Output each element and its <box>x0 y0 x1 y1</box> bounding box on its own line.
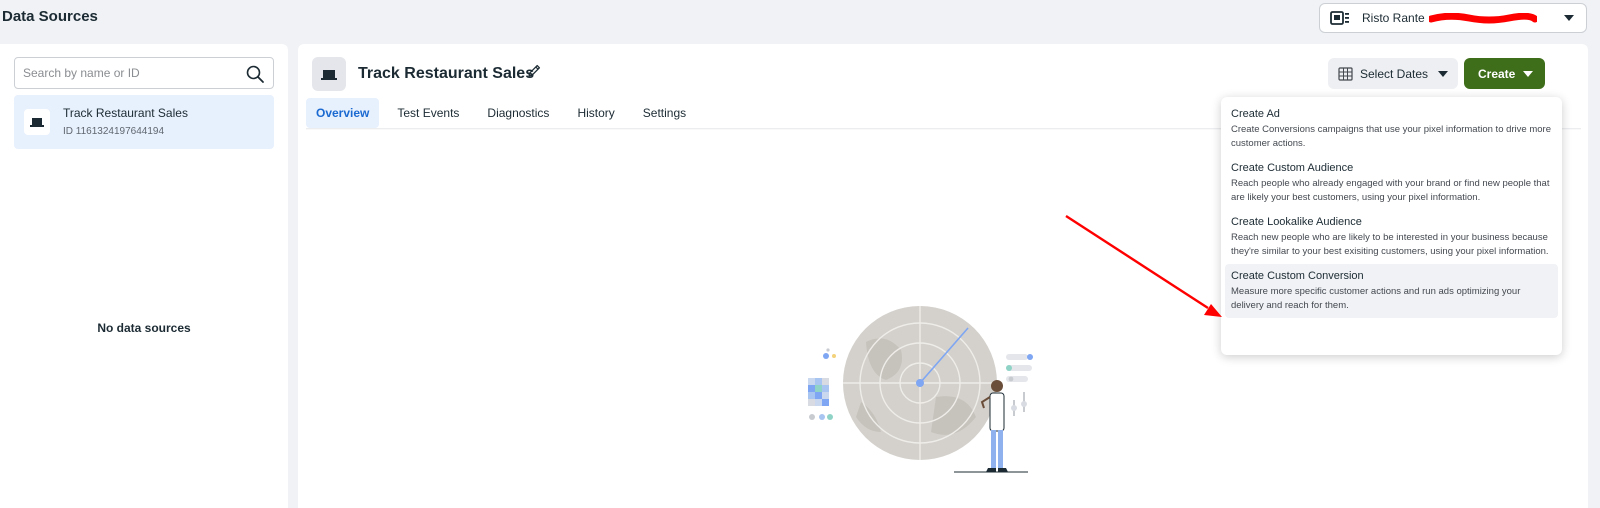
tab-history[interactable]: History <box>567 98 624 128</box>
tab-settings[interactable]: Settings <box>633 98 696 128</box>
menu-item-title: Create Lookalike Audience <box>1231 216 1362 228</box>
tab-overview[interactable]: Overview <box>306 98 380 128</box>
pencil-icon[interactable] <box>526 63 542 79</box>
data-sources-sidebar: Track Restaurant Sales ID 11613241976441… <box>0 44 288 508</box>
create-dropdown-menu: Create Ad Create Conversions campaigns t… <box>1221 97 1562 355</box>
calendar-icon <box>1338 66 1353 81</box>
chevron-down-icon <box>1438 71 1448 77</box>
tab-test-events[interactable]: Test Events <box>387 98 469 128</box>
menu-item-create-custom-audience[interactable]: Create Custom Audience Reach people who … <box>1225 156 1558 210</box>
menu-item-title: Create Ad <box>1231 108 1280 120</box>
select-dates-button[interactable]: Select Dates <box>1328 58 1458 89</box>
search-input[interactable] <box>23 66 233 80</box>
tab-bar: Overview Test Events Diagnostics History… <box>306 98 704 128</box>
create-button-label: Create <box>1478 66 1516 81</box>
tab-diagnostics[interactable]: Diagnostics <box>477 98 559 128</box>
create-button[interactable]: Create <box>1464 58 1545 89</box>
radar-illustration <box>808 306 1033 473</box>
empty-state-text: No data sources <box>97 321 191 335</box>
menu-item-description: Create Conversions campaigns that use yo… <box>1231 124 1551 149</box>
page-title: Data Sources <box>2 8 98 25</box>
account-icon <box>1330 11 1349 25</box>
search-box[interactable] <box>14 57 274 89</box>
menu-item-title: Create Custom Conversion <box>1231 270 1364 282</box>
data-source-item[interactable]: Track Restaurant Sales ID 11613241976441… <box>14 95 274 149</box>
laptop-icon <box>24 109 50 135</box>
select-dates-label: Select Dates <box>1360 66 1429 81</box>
data-source-title: Track Restaurant Sales <box>358 65 535 82</box>
account-picker[interactable]: Risto Rante <box>1319 3 1587 33</box>
menu-item-description: Measure more specific customer actions a… <box>1231 286 1521 311</box>
account-name: Risto Rante <box>1362 11 1425 25</box>
chevron-down-icon <box>1564 15 1574 21</box>
laptop-icon <box>312 57 346 91</box>
data-source-name: Track Restaurant Sales <box>63 106 188 120</box>
chevron-down-icon <box>1523 71 1533 77</box>
menu-item-description: Reach new people who are likely to be in… <box>1231 232 1549 257</box>
menu-item-title: Create Custom Audience <box>1231 162 1354 174</box>
menu-item-create-ad[interactable]: Create Ad Create Conversions campaigns t… <box>1225 102 1558 156</box>
menu-item-description: Reach people who already engaged with yo… <box>1231 178 1550 203</box>
redaction-mark <box>1427 12 1539 24</box>
search-icon[interactable] <box>245 64 265 84</box>
data-source-id: ID 1161324197644194 <box>63 126 165 137</box>
menu-item-create-custom-conversion[interactable]: Create Custom Conversion Measure more sp… <box>1225 264 1558 318</box>
menu-item-create-lookalike-audience[interactable]: Create Lookalike Audience Reach new peop… <box>1225 210 1558 264</box>
